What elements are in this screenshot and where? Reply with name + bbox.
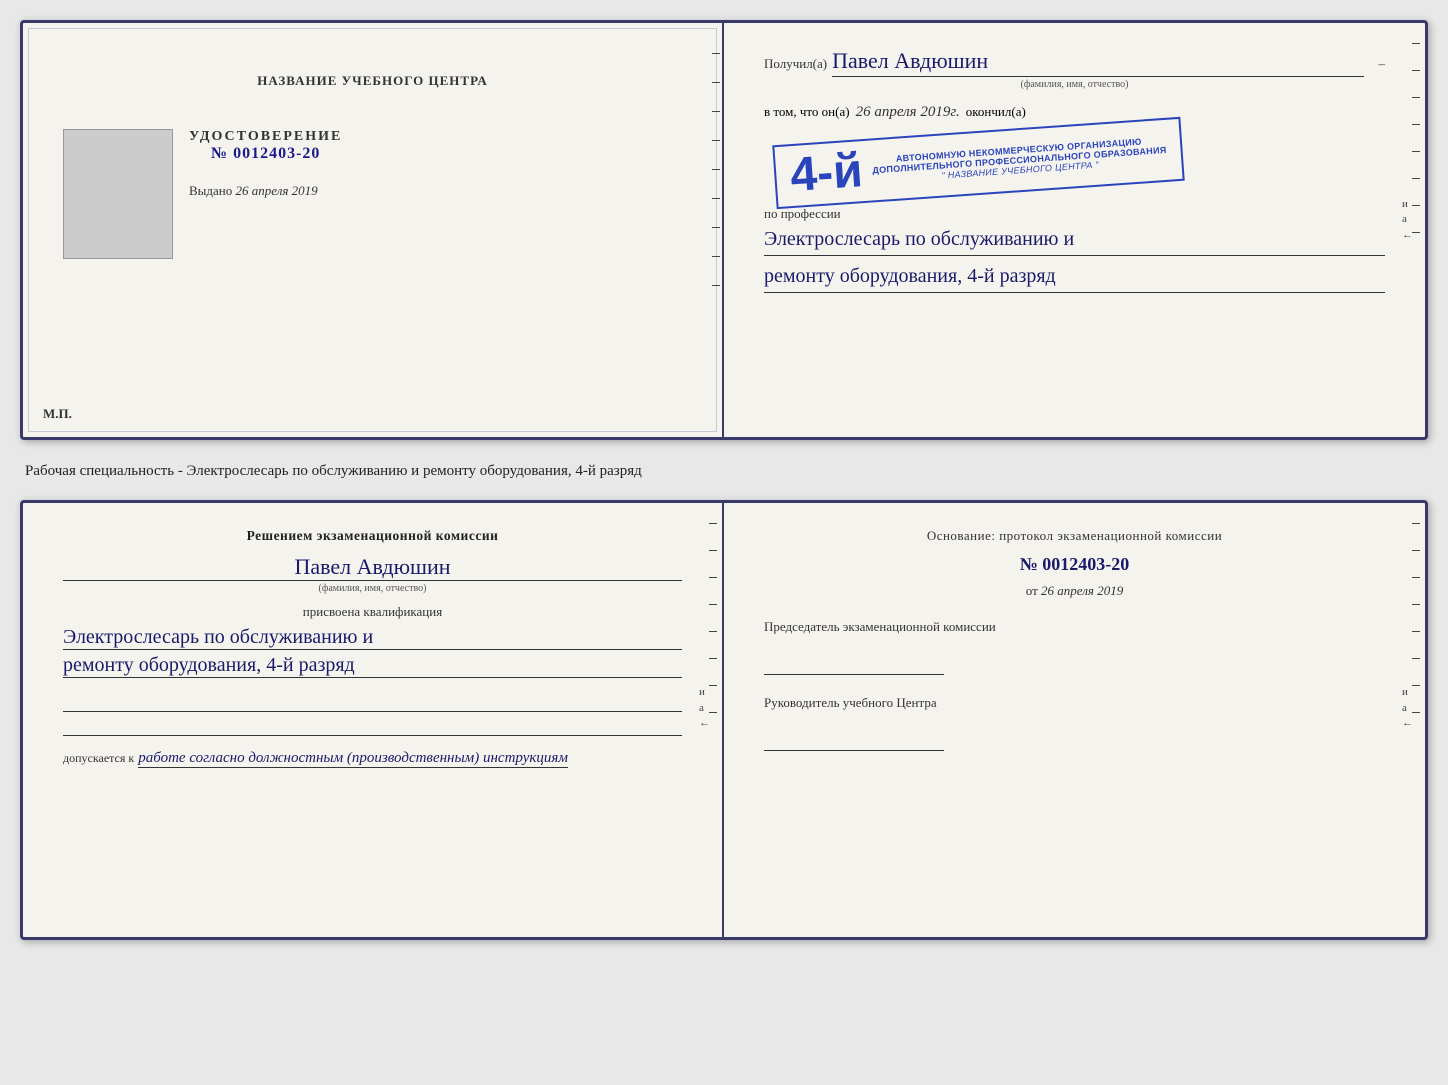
- qual-line2: ремонту оборудования, 4-й разряд: [63, 654, 682, 678]
- recipient-name: Павел Авдюшин: [832, 48, 1363, 77]
- ot-date: от 26 апреля 2019: [764, 583, 1385, 599]
- predsedatel-block: Председатель экзаменационной комиссии: [764, 619, 1385, 675]
- right-panel-dashes: [1412, 523, 1420, 713]
- osnovanie-text: Основание: протокол экзаменационной коми…: [764, 528, 1385, 544]
- rukovoditel-block: Руководитель учебного Центра: [764, 695, 1385, 751]
- vydano-date: 26 апреля 2019: [236, 183, 318, 198]
- stamp-rank: 4-й: [789, 147, 864, 200]
- profession-line1: Электрослесарь по обслуживанию и: [764, 223, 1385, 256]
- right-panel-labels: и а ←: [1402, 685, 1413, 731]
- booklet2-right-page: Основание: протокол экзаменационной коми…: [724, 503, 1425, 937]
- caption-text: Рабочая специальность - Электрослесарь п…: [20, 458, 1428, 482]
- fio-label-bottom: (фамилия, имя, отчество): [63, 583, 682, 594]
- vtom-okonchil-line: в том, что он(а) 26 апреля 2019г. окончи…: [764, 104, 1385, 121]
- protokol-number: № 0012403-20: [764, 554, 1385, 575]
- sig-line-2: [63, 716, 682, 736]
- decorative-dashes: [712, 53, 720, 286]
- vydano-line: Выдано 26 апреля 2019: [189, 183, 342, 199]
- udostoverenie-block: УДОСТОВЕРЕНИЕ № 0012403-20: [189, 129, 342, 163]
- fio-label: (фамилия, имя, отчество): [764, 79, 1385, 90]
- booklet-right-page: Получил(a) Павел Авдюшин – (фамилия, имя…: [724, 23, 1425, 437]
- prisvoena-label: присвоена квалификация: [63, 604, 682, 620]
- photo-placeholder: [63, 129, 173, 259]
- poluchil-line: Получил(a) Павел Авдюшин –: [764, 48, 1385, 77]
- sig-line-1: [63, 692, 682, 712]
- qual-line1: Электрослесарь по обслуживанию и: [63, 626, 682, 650]
- po-professii-section: по профессии Электрослесарь по обслужива…: [764, 205, 1385, 293]
- profession-line2: ремонту оборудования, 4-й разряд: [764, 260, 1385, 293]
- cert-number: № 0012403-20: [211, 145, 320, 162]
- left-panel-right-dashes: [709, 523, 717, 713]
- stamp-box: 4-й АВТОНОМНУЮ НЕКОММЕРЧЕСКУЮ ОРГАНИЗАЦИ…: [772, 117, 1184, 209]
- vtom-date: 26 апреля 2019г.: [856, 104, 960, 121]
- udostoverenie-label: УДОСТОВЕРЕНИЕ: [189, 129, 342, 145]
- mp-label: М.П.: [43, 406, 72, 422]
- right-labels: и а ←: [1402, 197, 1413, 243]
- certificate-booklet-top: НАЗВАНИЕ УЧЕБНОГО ЦЕНТРА УДОСТОВЕРЕНИЕ №…: [20, 20, 1428, 440]
- school-name-title: НАЗВАНИЕ УЧЕБНОГО ЦЕНТРА: [257, 73, 488, 89]
- right-edge-dashes: [1412, 43, 1420, 233]
- resheniem-title: Решением экзаменационной комиссии: [63, 528, 682, 544]
- recipient-name-bottom: Павел Авдюшин: [63, 554, 682, 581]
- left-panel-right-labels: и а ←: [699, 685, 710, 731]
- dopuskaetsya-line: допускается к работе согласно должностны…: [63, 750, 682, 768]
- stamp-area: 4-й АВТОНОМНУЮ НЕКОММЕРЧЕСКУЮ ОРГАНИЗАЦИ…: [764, 131, 1385, 195]
- booklet-left-page: НАЗВАНИЕ УЧЕБНОГО ЦЕНТРА УДОСТОВЕРЕНИЕ №…: [23, 23, 724, 437]
- booklet2-left-page: Решением экзаменационной комиссии Павел …: [23, 503, 724, 937]
- dopusk-text: работе согласно должностным (производств…: [138, 750, 568, 768]
- certificate-booklet-bottom: Решением экзаменационной комиссии Павел …: [20, 500, 1428, 940]
- vtom-section: в том, что он(а) 26 апреля 2019г. окончи…: [764, 104, 1385, 195]
